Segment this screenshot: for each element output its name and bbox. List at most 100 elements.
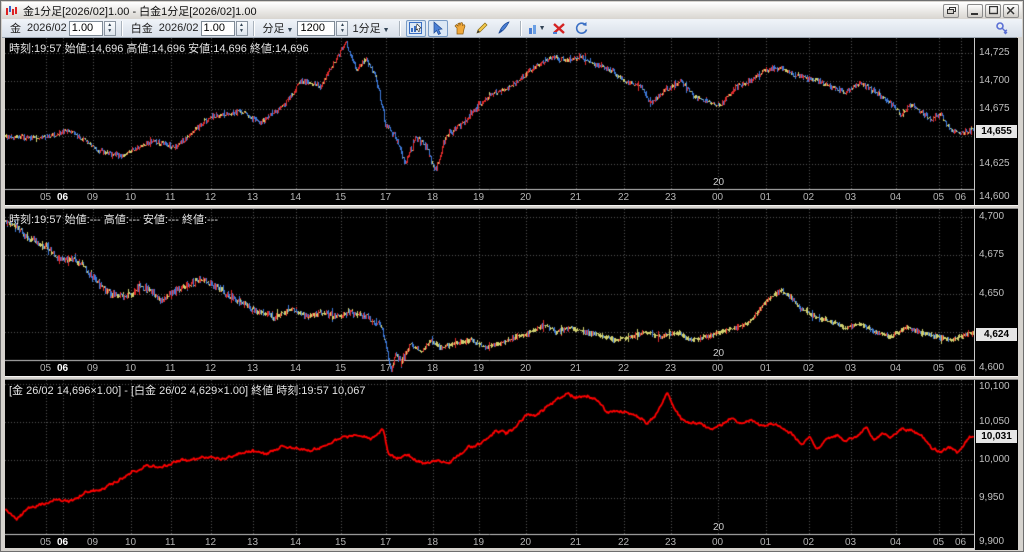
maximize-button[interactable] — [985, 3, 1001, 18]
settings-button[interactable] — [992, 20, 1012, 37]
time-tick-label: 17 — [380, 537, 392, 548]
minimize-button[interactable] — [967, 3, 983, 18]
time-tick-label: 13 — [247, 363, 259, 374]
spread-chart-canvas[interactable] — [5, 380, 974, 550]
gold-candlestick-panel: 時刻:19:57 始値:14,696 高値:14,696 安値:14,696 終… — [5, 38, 1018, 205]
quill-icon — [497, 21, 510, 34]
time-tick-label: 18 — [427, 537, 439, 548]
wrench-icon — [995, 21, 1007, 34]
platinum-multiplier-input[interactable] — [200, 20, 235, 36]
platinum-chart-canvas[interactable] — [5, 209, 974, 376]
bar-count-spinner[interactable]: ▲ ▼ — [336, 20, 349, 36]
chevron-down-icon: ▼ — [538, 24, 546, 32]
last-price-tag: 4,624 — [976, 328, 1017, 341]
toolbar-separator — [398, 20, 400, 36]
time-tick-label: 12 — [205, 537, 217, 548]
platinum-contract-month: 2026/02 — [158, 22, 199, 34]
time-tick-label: 19 — [473, 363, 485, 374]
gold-label: 金 — [10, 23, 21, 35]
toolbar: 金 2026/02 ▲▼ 白金 2026/02 ▲▼ 分足▼ ▲▼ 1分足▼ — [2, 19, 1022, 38]
time-tick-label: 20 — [520, 363, 532, 374]
platinum-multiplier-spinner[interactable]: ▲ ▼ — [235, 20, 248, 36]
time-tick-label: 01 — [760, 192, 772, 203]
app-candlestick-icon — [6, 5, 17, 15]
refresh-button[interactable] — [571, 20, 591, 37]
time-tick-label: 06 — [57, 537, 69, 548]
time-tick-label: 03 — [845, 537, 857, 548]
price-tick-label: 9,950 — [979, 492, 1005, 503]
select-tool-button[interactable] — [427, 19, 448, 37]
bar-type-dropdown[interactable]: 分足 ▼ — [263, 20, 294, 36]
platinum-price-axis: 4,700 4,675 4,650 4,600 4,624 — [974, 209, 1018, 376]
gold-multiplier-input[interactable] — [68, 20, 103, 36]
title-bar[interactable]: 金1分足[2026/02]1.00 - 白金1分足[2026/02]1.00 — [2, 2, 1022, 19]
delete-x-icon — [552, 22, 565, 34]
last-price-tag: 10,031 — [976, 430, 1017, 443]
time-tick-label: 18 — [427, 192, 439, 203]
time-tick-label: 06 — [955, 363, 967, 374]
time-tick-label: 18 — [427, 363, 439, 374]
date-marker-label: 20 — [713, 522, 725, 533]
time-tick-label: 03 — [845, 363, 857, 374]
delete-chart-button[interactable] — [549, 20, 569, 37]
platinum-label: 白金 — [130, 23, 153, 35]
annotate-tool-button[interactable] — [494, 20, 514, 37]
time-tick-label: 05 — [933, 363, 945, 374]
time-tick-label: 00 — [712, 537, 724, 548]
date-marker-label: 20 — [713, 348, 725, 359]
time-tick-label: 19 — [473, 192, 485, 203]
time-tick-label: 23 — [665, 363, 677, 374]
time-tick-label: 06 — [955, 192, 967, 203]
price-tick-label: 10,050 — [979, 416, 1010, 427]
price-tick-label: 9,900 — [979, 536, 1005, 547]
window-bottom-frame[interactable] — [1, 548, 1023, 551]
price-tick-label: 14,700 — [979, 75, 1010, 86]
spread-line-panel: [金 26/02 14,696×1.00] - [白金 26/02 4,629×… — [5, 380, 1018, 550]
bar-count-input[interactable] — [297, 20, 336, 36]
time-tick-label: 10 — [125, 537, 137, 548]
time-tick-label: 05 — [40, 537, 52, 548]
panel-splitter[interactable] — [5, 376, 1018, 380]
price-tick-label: 14,725 — [979, 47, 1010, 58]
spread-formula-info: [金 26/02 14,696×1.00] - [白金 26/02 4,629×… — [9, 385, 366, 397]
price-tick-label: 10,100 — [979, 381, 1010, 392]
minimize-icon — [971, 12, 978, 15]
spread-price-axis: 10,100 10,050 10,000 9,950 9,900 10,031 — [974, 380, 1018, 550]
time-tick-label: 23 — [665, 192, 677, 203]
time-tick-label: 04 — [890, 192, 902, 203]
hand-icon — [454, 22, 465, 35]
toolbar-separator — [120, 20, 122, 36]
draw-line-tool-button[interactable] — [472, 20, 492, 37]
gold-contract-month: 2026/02 — [27, 22, 67, 34]
time-tick-label: 21 — [570, 192, 582, 203]
time-tick-label: 21 — [570, 537, 582, 548]
chart-type-dropdown-button[interactable]: ▼ — [527, 20, 547, 37]
close-button[interactable] — [1003, 3, 1019, 18]
time-tick-label: 00 — [712, 192, 724, 203]
interval-dropdown[interactable]: 1分足 ▼ — [352, 20, 389, 36]
pan-tool-button[interactable] — [450, 20, 470, 37]
time-tick-label: 05 — [40, 192, 52, 203]
restore-window-button[interactable] — [943, 3, 959, 18]
chevron-down-icon: ▼ — [286, 27, 294, 34]
chart-cursor-tool-button[interactable] — [405, 19, 426, 37]
toolbar-separator — [519, 20, 521, 36]
maximize-icon — [988, 6, 998, 15]
platinum-quote-info: 時刻:19:57 始値:--- 高値:--- 安値:--- 終値:--- — [9, 214, 218, 226]
gold-multiplier-spinner[interactable]: ▲ ▼ — [103, 20, 116, 36]
time-tick-label: 12 — [205, 192, 217, 203]
time-tick-label: 22 — [618, 192, 630, 203]
time-tick-label: 10 — [125, 363, 137, 374]
time-tick-label: 06 — [57, 192, 69, 203]
chevron-down-icon: ▼ — [382, 27, 390, 34]
time-tick-label: 14 — [290, 537, 302, 548]
panel-splitter[interactable] — [5, 205, 1018, 209]
time-tick-label: 11 — [165, 363, 176, 374]
time-tick-label: 22 — [618, 363, 630, 374]
time-tick-label: 21 — [570, 363, 582, 374]
gold-chart-canvas[interactable] — [5, 38, 974, 205]
time-tick-label: 04 — [890, 537, 902, 548]
window-title: 金1分足[2026/02]1.00 - 白金1分足[2026/02]1.00 — [23, 5, 257, 18]
time-tick-label: 11 — [165, 192, 176, 203]
time-tick-label: 10 — [125, 192, 137, 203]
